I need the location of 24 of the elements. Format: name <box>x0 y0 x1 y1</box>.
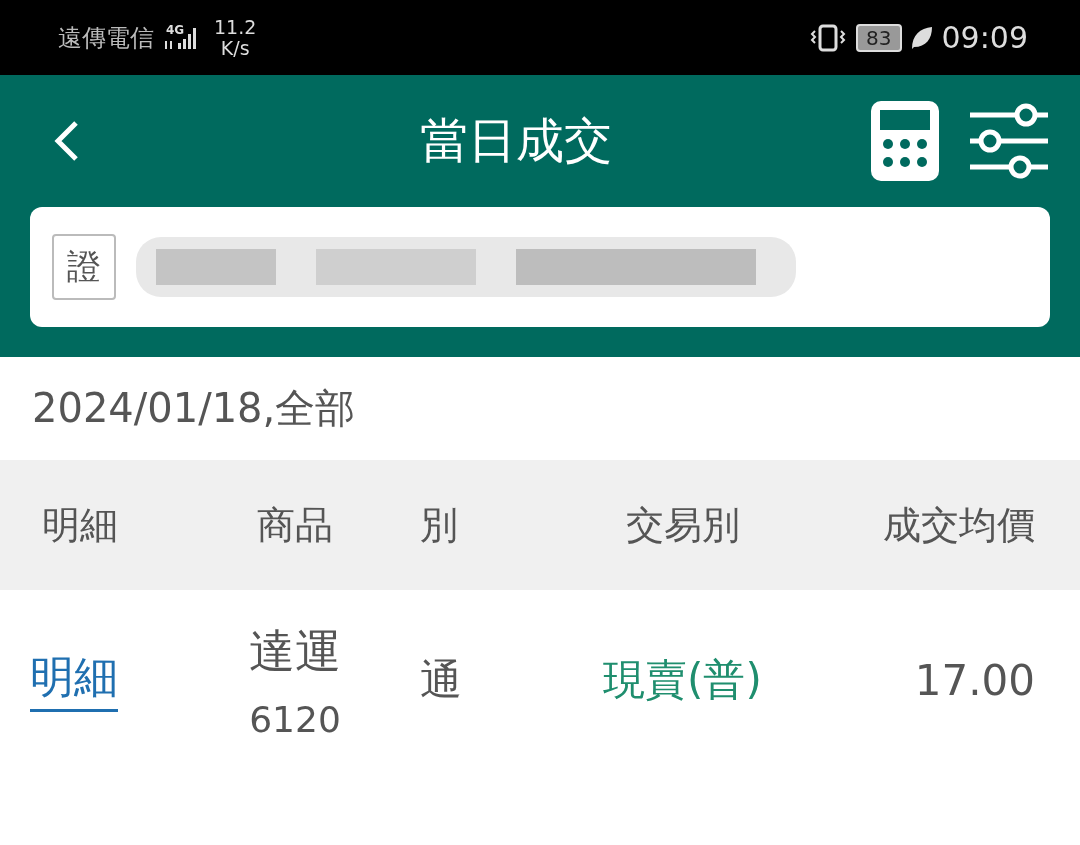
date-filter-label[interactable]: 2024/01/18,全部 <box>0 357 1080 460</box>
leaf-icon <box>909 24 934 51</box>
battery-indicator: 83 <box>856 23 902 52</box>
clock-time: 09:09 <box>941 20 1028 55</box>
product-name: 達運 <box>249 622 341 680</box>
average-price: 17.00 <box>914 655 1035 705</box>
carrier-name: 遠傳電信 <box>58 22 154 54</box>
column-header: 成交均價 <box>882 501 1036 549</box>
column-header: 交易別 <box>624 501 741 549</box>
column-header: 商品 <box>256 501 334 549</box>
product-code: 6120 <box>249 698 341 740</box>
trade-type: 現賣(普) <box>603 654 762 706</box>
network-type: 4G <box>166 22 186 37</box>
column-header: 明細 <box>41 501 119 549</box>
filter-settings-icon[interactable] <box>968 101 1050 181</box>
calculator-icon[interactable] <box>870 100 940 182</box>
account-selector[interactable]: 證 <box>30 207 1050 327</box>
network-speed: 11.2 <box>214 16 257 38</box>
account-type-tag: 證 <box>52 234 116 300</box>
page-title: 當日成交 <box>419 111 613 170</box>
speed-unit: K/s <box>220 37 250 59</box>
detail-link[interactable]: 明細 <box>30 648 118 712</box>
column-header: 別 <box>420 501 459 549</box>
table-cell-text: 通 <box>420 654 462 706</box>
